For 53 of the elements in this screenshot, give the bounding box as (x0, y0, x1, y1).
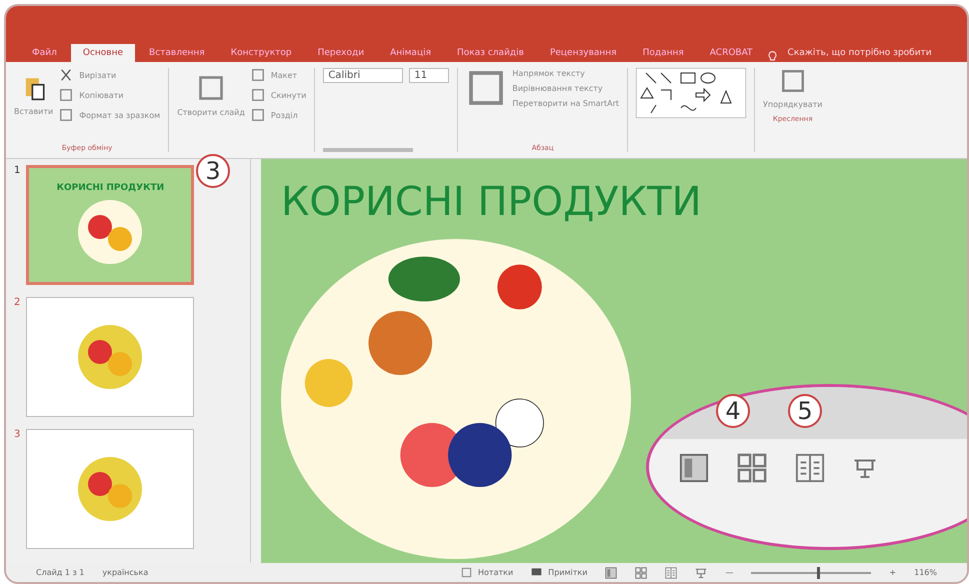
tell-me-field[interactable]: Скажіть, що потрібно зробити (780, 44, 940, 62)
slide-sorter-icon[interactable] (737, 453, 767, 483)
callout-number: 3 (196, 154, 230, 188)
ribbon-tab[interactable]: Подання (630, 44, 696, 62)
normal-view-icon[interactable] (605, 566, 618, 578)
format-painter-button[interactable]: Формат за зразком (79, 110, 160, 120)
lightbulb-icon (766, 51, 778, 62)
zoom-out-button[interactable]: — (725, 568, 734, 577)
reading-view-icon[interactable] (665, 566, 678, 578)
language-label: українська (102, 568, 148, 577)
copy-button[interactable]: Копіювати (79, 90, 124, 100)
slide-number: 2 (14, 297, 20, 310)
section-button[interactable]: Розділ (270, 110, 298, 120)
ribbon-tab[interactable]: Показ слайдів (444, 44, 536, 62)
align-text-button[interactable]: Вирівнювання тексту (512, 84, 619, 92)
zoom-level: 116% (914, 568, 937, 577)
ribbon-tab[interactable]: Конструктор (218, 44, 304, 62)
reading-view-icon[interactable] (795, 453, 825, 483)
layout-button[interactable]: Макет (270, 70, 298, 80)
slide-title: КОРИСНІ ПРОДУКТИ (281, 179, 703, 225)
normal-view-icon[interactable] (679, 453, 709, 483)
zoom-slider-thumb[interactable] (817, 566, 820, 578)
ribbon-tab[interactable]: Вставлення (137, 44, 217, 62)
font-size-field[interactable]: 11 (409, 68, 450, 83)
slide-thumbnail[interactable] (26, 429, 194, 549)
slide-number: 3 (14, 429, 20, 442)
thumbnail-title: КОРИСНІ ПРОДУКТИ (56, 183, 164, 193)
zoom-in-button[interactable]: + (889, 568, 896, 577)
slide-counter: Слайд 1 з 1 (36, 568, 84, 577)
shapes-gallery[interactable] (636, 68, 746, 118)
slide-sorter-icon[interactable] (635, 566, 648, 578)
ribbon-tab[interactable]: ACROBAT (698, 44, 765, 62)
comment-icon (531, 567, 542, 578)
slide-thumbnail[interactable] (26, 297, 194, 417)
ribbon-tab[interactable]: Основне (70, 44, 136, 62)
notes-button[interactable]: Нотатки (478, 568, 514, 577)
slide-number: 1 (14, 165, 20, 178)
arrange-button[interactable]: Упорядкувати (763, 100, 822, 109)
scissors-icon (59, 68, 74, 82)
reset-button[interactable]: Скинути (270, 90, 306, 100)
slideshow-icon[interactable] (695, 566, 708, 578)
font-name-field[interactable]: Calibri (323, 68, 404, 83)
slide-thumbnail[interactable]: КОРИСНІ ПРОДУКТИ (26, 165, 194, 285)
text-direction-button[interactable]: Напрямок тексту (512, 68, 619, 78)
ribbon-tab[interactable]: Анімація (378, 44, 443, 62)
ribbon-tab[interactable]: Файл (20, 44, 69, 62)
smartart-button[interactable]: Перетворити на SmartArt (512, 98, 619, 108)
new-slide-button[interactable]: Створити слайд (177, 108, 245, 116)
ribbon-tab[interactable]: Рецензування (538, 44, 629, 62)
ribbon-tab[interactable]: Переходи (306, 44, 376, 62)
comments-button[interactable]: Примітки (548, 568, 588, 577)
cut-button[interactable]: Вирізати (79, 70, 116, 80)
paste-button[interactable]: Вставити (14, 106, 54, 116)
